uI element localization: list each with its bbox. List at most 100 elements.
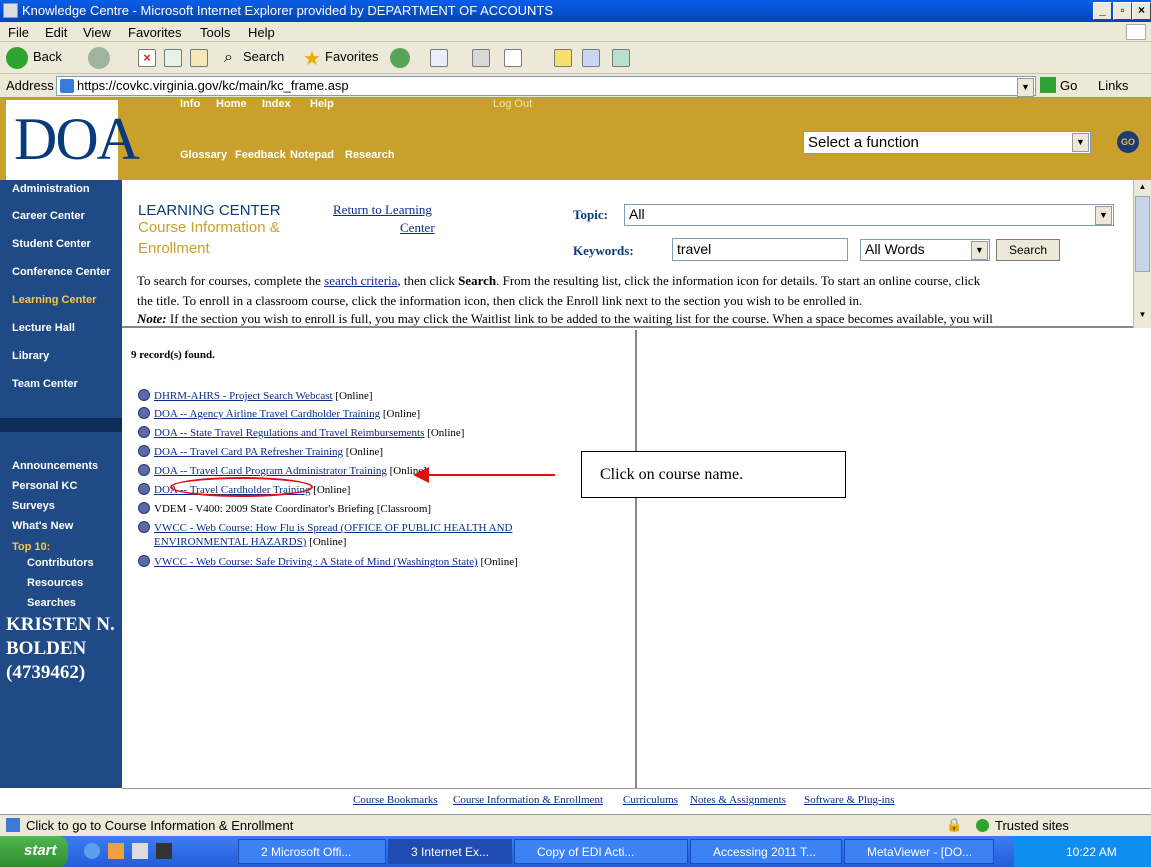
match-select[interactable]: All Words ▼ <box>860 239 990 261</box>
course-link[interactable]: VWCC - Web Course: Safe Driving : A Stat… <box>154 556 478 568</box>
menu-help[interactable]: Help <box>248 25 275 40</box>
sidebar-whats-new[interactable]: What's New <box>12 520 73 532</box>
search-icon[interactable]: ⌕ <box>224 49 233 67</box>
info-icon[interactable] <box>138 502 150 514</box>
start-button[interactable]: start <box>0 836 68 867</box>
favorites-star-icon[interactable]: ★ <box>303 46 321 71</box>
sidebar-item-conference-center[interactable]: Conference Center <box>12 266 110 278</box>
search-frame-scrollbar[interactable]: ▲ ▼ <box>1133 180 1151 328</box>
info-icon[interactable] <box>138 521 150 533</box>
doa-logo[interactable]: DOA <box>6 100 140 180</box>
sidebar-item-lecture-hall[interactable]: Lecture Hall <box>12 322 75 334</box>
research-icon[interactable] <box>582 49 600 67</box>
info-icon[interactable] <box>138 464 150 476</box>
search-criteria-link[interactable]: search criteria <box>324 273 397 288</box>
info-icon[interactable] <box>138 407 150 419</box>
return-link-line1[interactable]: Return to Learning <box>333 202 432 218</box>
address-input[interactable]: https://covkc.virginia.gov/kc/main/kc_fr… <box>56 76 1036 97</box>
course-link[interactable]: DOA -- State Travel Regulations and Trav… <box>154 427 424 439</box>
taskbar-accessing[interactable]: Accessing 2011 T... <box>690 839 842 864</box>
footer-course-info[interactable]: Course Information & Enrollment <box>453 794 603 806</box>
back-arrow-icon[interactable] <box>6 47 28 69</box>
sidebar-item-student-center[interactable]: Student Center <box>12 238 91 250</box>
close-button[interactable]: × <box>1132 2 1151 20</box>
sidebar-item-learning-center[interactable]: Learning Center <box>12 294 96 306</box>
nav-feedback[interactable]: Feedback <box>235 149 286 161</box>
course-link[interactable]: DOA -- Agency Airline Travel Cardholder … <box>154 408 380 420</box>
function-dropdown[interactable]: ▼ <box>1072 133 1089 152</box>
nav-research[interactable]: Research <box>345 149 395 161</box>
menu-file[interactable]: File <box>8 25 29 40</box>
sidebar-item-library[interactable]: Library <box>12 350 49 362</box>
minimize-button[interactable]: _ <box>1093 2 1112 20</box>
sidebar-item-administration[interactable]: Administration <box>12 183 90 195</box>
info-icon[interactable] <box>138 445 150 457</box>
top10-contributors[interactable]: Contributors <box>27 557 94 569</box>
quicklaunch-desktop-icon[interactable] <box>156 843 172 859</box>
footer-software[interactable]: Software & Plug-ins <box>804 794 894 806</box>
sidebar-surveys[interactable]: Surveys <box>12 500 55 512</box>
back-button[interactable]: Back <box>33 49 62 64</box>
return-link-line2[interactable]: Center <box>400 220 435 236</box>
stop-icon[interactable]: × <box>138 49 156 67</box>
quicklaunch-app-icon[interactable] <box>132 843 148 859</box>
topic-select[interactable]: All ▼ <box>624 204 1114 226</box>
address-dropdown[interactable]: ▼ <box>1017 78 1034 97</box>
info-icon[interactable] <box>138 483 150 495</box>
course-link[interactable]: DOA -- Travel Card Program Administrator… <box>154 465 387 477</box>
forward-arrow-icon[interactable] <box>88 47 110 69</box>
edit-icon[interactable] <box>504 49 522 67</box>
taskbar-copy-edi[interactable]: Copy of EDI Acti... <box>514 839 688 864</box>
top10-resources[interactable]: Resources <box>27 577 83 589</box>
quicklaunch-outlook-icon[interactable] <box>108 843 124 859</box>
info-icon[interactable] <box>138 555 150 567</box>
info-icon[interactable] <box>138 389 150 401</box>
footer-course-bookmarks[interactable]: Course Bookmarks <box>353 794 438 806</box>
nav-home[interactable]: Home <box>216 98 247 110</box>
course-link[interactable]: DHRM-AHRS - Project Search Webcast <box>154 390 333 402</box>
nav-glossary[interactable]: Glossary <box>180 149 227 161</box>
sidebar-item-career-center[interactable]: Career Center <box>12 210 85 222</box>
taskbar-metaviewer[interactable]: MetaViewer - [DO... <box>844 839 994 864</box>
menu-favorites[interactable]: Favorites <box>128 25 181 40</box>
course-link[interactable]: VWCC - Web Course: How Flu is Spread (OF… <box>154 522 512 534</box>
quicklaunch-ie-icon[interactable] <box>84 843 100 859</box>
messenger-icon[interactable] <box>612 49 630 67</box>
go-badge-button[interactable]: GO <box>1117 131 1139 153</box>
nav-help[interactable]: Help <box>310 98 334 110</box>
notes-icon[interactable] <box>554 49 572 67</box>
course-link-line2[interactable]: ENVIRONMENTAL HAZARDS) <box>154 536 306 548</box>
scroll-thumb[interactable] <box>1135 196 1150 272</box>
function-select[interactable]: Select a function ▼ <box>803 131 1091 154</box>
taskbar-office[interactable]: 2 Microsoft Offi... <box>238 839 386 864</box>
footer-curriculums[interactable]: Curriculums <box>623 794 678 806</box>
refresh-icon[interactable] <box>164 49 182 67</box>
search-submit-button[interactable]: Search <box>996 239 1060 261</box>
top10-searches[interactable]: Searches <box>27 597 76 609</box>
links-button[interactable]: Links <box>1098 78 1128 93</box>
scroll-down-icon[interactable]: ▼ <box>1135 310 1150 324</box>
favorites-button[interactable]: Favorites <box>325 49 378 64</box>
match-dropdown[interactable]: ▼ <box>971 241 988 260</box>
home-icon[interactable] <box>190 49 208 67</box>
search-button[interactable]: Search <box>243 49 284 64</box>
footer-notes[interactable]: Notes & Assignments <box>690 794 786 806</box>
mail-icon[interactable] <box>430 49 448 67</box>
taskbar-ie[interactable]: 3 Internet Ex... <box>388 839 512 864</box>
nav-index[interactable]: Index <box>262 98 291 110</box>
course-link[interactable]: DOA -- Travel Card PA Refresher Training <box>154 446 343 458</box>
topic-dropdown[interactable]: ▼ <box>1095 206 1112 225</box>
menu-edit[interactable]: Edit <box>45 25 67 40</box>
sidebar-announcements[interactable]: Announcements <box>12 460 98 472</box>
menu-tools[interactable]: Tools <box>200 25 230 40</box>
nav-info[interactable]: Info <box>180 98 200 110</box>
sidebar-personal-kc[interactable]: Personal KC <box>12 480 77 492</box>
scroll-up-icon[interactable]: ▲ <box>1135 182 1150 196</box>
go-arrow-icon[interactable] <box>1040 77 1056 93</box>
sidebar-item-team-center[interactable]: Team Center <box>12 378 78 390</box>
info-icon[interactable] <box>138 426 150 438</box>
history-icon[interactable] <box>390 48 410 68</box>
nav-notepad[interactable]: Notepad <box>290 149 334 161</box>
print-icon[interactable] <box>472 49 490 67</box>
keywords-input[interactable]: travel <box>672 238 848 261</box>
